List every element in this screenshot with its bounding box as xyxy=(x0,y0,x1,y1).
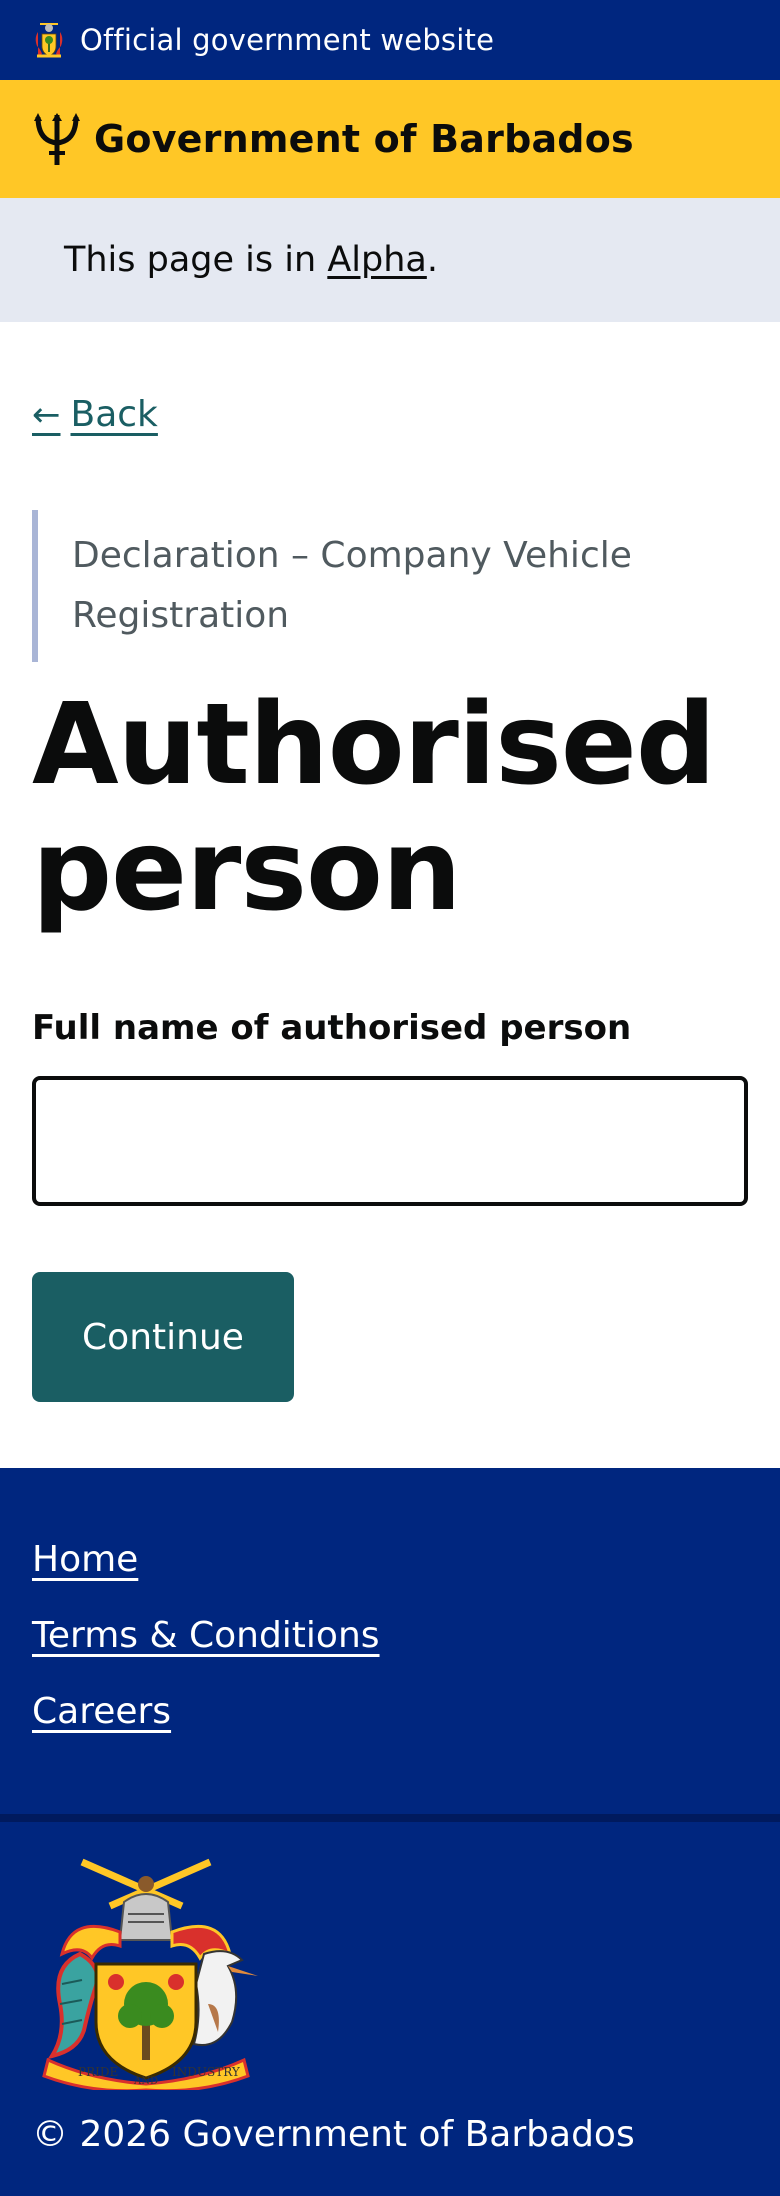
alpha-link[interactable]: Alpha xyxy=(327,240,427,280)
motto-industry: INDUSTRY xyxy=(172,2065,241,2079)
form-caption-text: Declaration – Company Vehicle Registrati… xyxy=(72,535,632,636)
brand-name[interactable]: Government of Barbados xyxy=(94,117,634,161)
phase-prefix: This page is in xyxy=(64,240,328,280)
trident-icon xyxy=(34,113,80,165)
footer: Home Terms & Conditions Careers PRIDE AN… xyxy=(0,1468,780,2196)
official-banner: Official government website xyxy=(0,0,780,80)
page-title: Authorised person xyxy=(32,680,716,936)
footer-link-item: Terms & Conditions xyxy=(32,1614,748,1658)
footer-link-item: Careers xyxy=(32,1690,748,1734)
footer-link-home[interactable]: Home xyxy=(32,1538,138,1582)
coat-of-arms-icon xyxy=(35,23,63,58)
motto-pride: PRIDE xyxy=(78,2065,118,2079)
back-link[interactable]: ← Back xyxy=(32,394,158,435)
motto-and: AND xyxy=(133,2076,158,2087)
footer-link-careers[interactable]: Careers xyxy=(32,1690,171,1734)
full-name-label: Full name of authorised person xyxy=(32,1008,632,1048)
continue-button[interactable]: Continue xyxy=(32,1272,294,1402)
back-link-label: Back xyxy=(70,394,158,435)
main-content: ← Back Declaration – Company Vehicle Reg… xyxy=(0,322,780,1468)
form-caption: Declaration – Company Vehicle Registrati… xyxy=(32,510,712,662)
official-website-text: Official government website xyxy=(80,23,495,57)
footer-link-item: Home xyxy=(32,1538,748,1582)
phase-suffix: . xyxy=(426,240,438,280)
arrow-left-icon: ← xyxy=(32,394,61,435)
phase-banner: This page is in Alpha . xyxy=(0,198,780,322)
brand-bar: Government of Barbados xyxy=(0,80,780,198)
full-name-input[interactable] xyxy=(32,1076,748,1206)
footer-link-terms[interactable]: Terms & Conditions xyxy=(32,1614,380,1658)
footer-links: Home Terms & Conditions Careers xyxy=(0,1468,780,1814)
copyright-text: © 2026 Government of Barbados xyxy=(32,2114,635,2155)
footer-bottom: PRIDE AND INDUSTRY xyxy=(0,1822,780,2090)
footer-divider xyxy=(0,1814,780,1822)
coat-of-arms-icon: PRIDE AND INDUSTRY xyxy=(42,1858,258,2090)
